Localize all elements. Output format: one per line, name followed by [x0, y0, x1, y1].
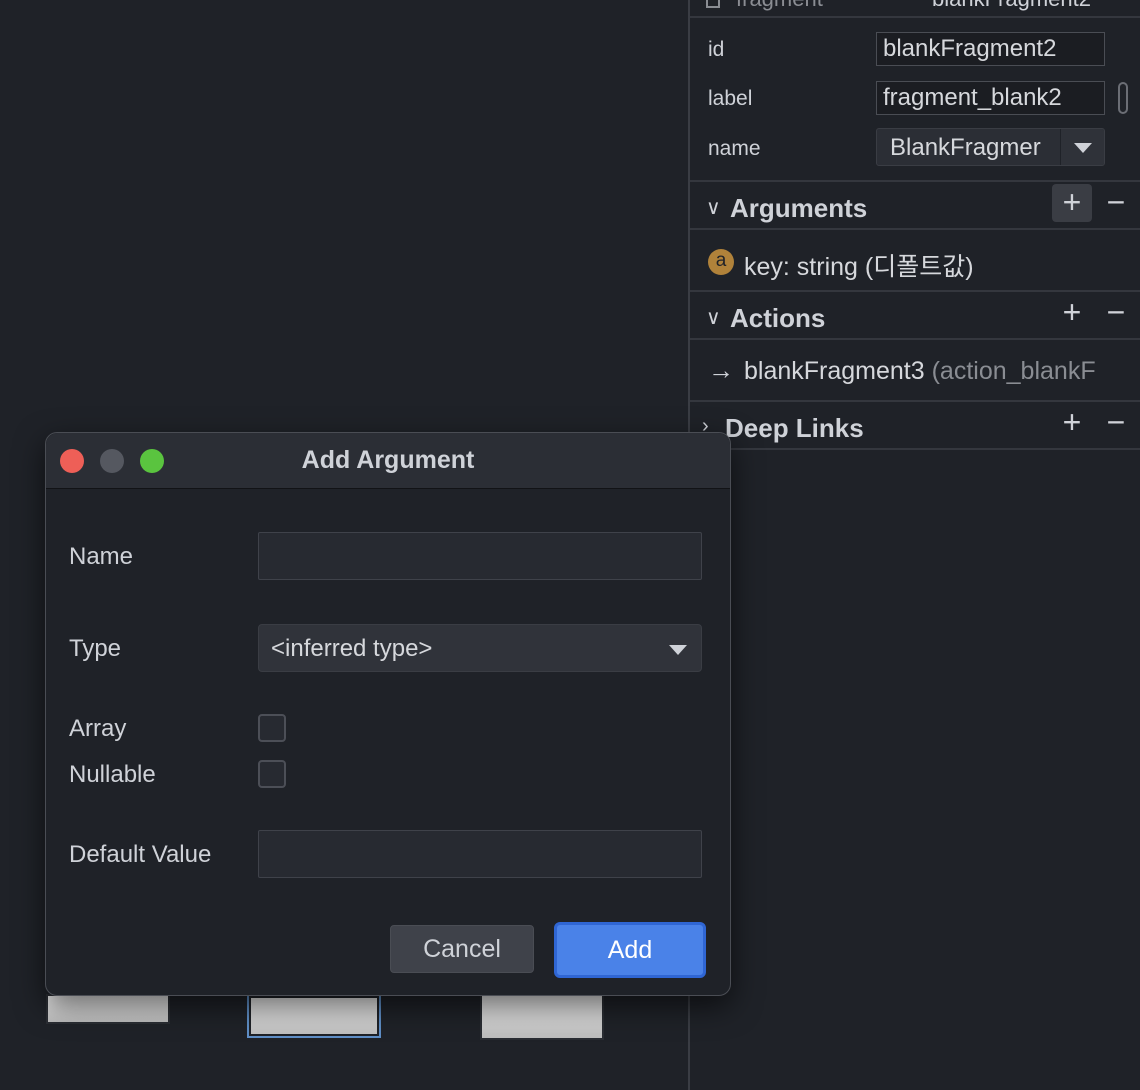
dialog-title: Add Argument — [301, 446, 475, 474]
array-checkbox[interactable] — [258, 714, 286, 742]
action-destination: blankFragment3 — [744, 357, 925, 385]
name-label: name — [708, 137, 761, 160]
dropdown-button[interactable] — [1060, 129, 1104, 165]
add-argument-button[interactable]: + — [1052, 184, 1092, 222]
add-deep-link-button[interactable]: + — [1052, 404, 1092, 442]
name-select[interactable]: BlankFragmer — [876, 128, 1105, 166]
fragment-icon — [706, 0, 720, 8]
id-field[interactable]: blankFragment2 — [876, 32, 1105, 66]
nullable-checkbox[interactable] — [258, 760, 286, 788]
remove-action-button[interactable]: − — [1098, 294, 1134, 332]
deep-links-section-header[interactable]: › Deep Links + − — [690, 400, 1140, 450]
add-button[interactable]: Add — [554, 922, 706, 978]
id-label: id — [708, 38, 725, 61]
fragment-thumbnail[interactable] — [480, 994, 604, 1040]
arguments-section-header[interactable]: ∨ Arguments + − — [690, 180, 1140, 230]
section-title: Actions — [730, 303, 826, 333]
type-select-value: <inferred type> — [271, 635, 433, 662]
argument-text: key: string (디폴트값) — [744, 253, 974, 281]
type-label: Type — [69, 635, 122, 662]
label-field[interactable]: fragment_blank2 — [876, 81, 1105, 115]
cancel-button[interactable]: Cancel — [390, 925, 534, 973]
add-action-button[interactable]: + — [1052, 294, 1092, 332]
scrollbar-thumb[interactable] — [1118, 82, 1128, 114]
action-list-item[interactable]: → blankFragment3 (action_blankF — [690, 342, 1140, 400]
name-select-value: BlankFragmer — [890, 134, 1041, 161]
nullable-label: Nullable — [69, 761, 156, 788]
name-label: Name — [69, 543, 134, 570]
argument-icon: a — [708, 249, 734, 275]
attribute-value: blankFragment2 — [932, 0, 1091, 12]
arrow-right-icon: → — [708, 355, 734, 385]
action-text: blankFragment3 (action_blankF — [744, 357, 1096, 386]
chevron-down-icon[interactable]: ∨ — [706, 195, 721, 220]
add-argument-dialog: Add Argument Name Type <inferred type> A… — [45, 432, 731, 996]
attribute-row-fragment: fragment blankFragment2 — [690, 0, 1140, 18]
label-label: label — [708, 87, 753, 110]
fragment-thumbnail-selected[interactable] — [247, 994, 381, 1038]
chevron-down-icon — [1074, 143, 1092, 153]
section-title: Deep Links — [725, 413, 864, 443]
action-id: (action_blankF — [931, 357, 1096, 385]
chevron-down-icon[interactable]: ∨ — [706, 305, 721, 330]
fragment-thumbnail[interactable] — [46, 994, 170, 1024]
attribute-label: fragment — [736, 0, 823, 12]
name-input[interactable] — [258, 532, 702, 580]
dialog-titlebar[interactable]: Add Argument — [46, 433, 730, 489]
default-value-label: Default Value — [69, 841, 212, 868]
remove-argument-button[interactable]: − — [1098, 184, 1134, 222]
default-value-input[interactable] — [258, 830, 702, 878]
section-title: Arguments — [730, 193, 868, 223]
argument-list-item[interactable]: a key: string (디폴트값) — [690, 232, 1140, 290]
remove-deep-link-button[interactable]: − — [1098, 404, 1134, 442]
array-label: Array — [69, 715, 127, 742]
type-select[interactable]: <inferred type> — [258, 624, 702, 672]
attributes-panel: fragment blankFragment2 id blankFragment… — [688, 0, 1140, 1090]
chevron-down-icon — [669, 645, 687, 655]
actions-section-header[interactable]: ∨ Actions + − — [690, 290, 1140, 340]
